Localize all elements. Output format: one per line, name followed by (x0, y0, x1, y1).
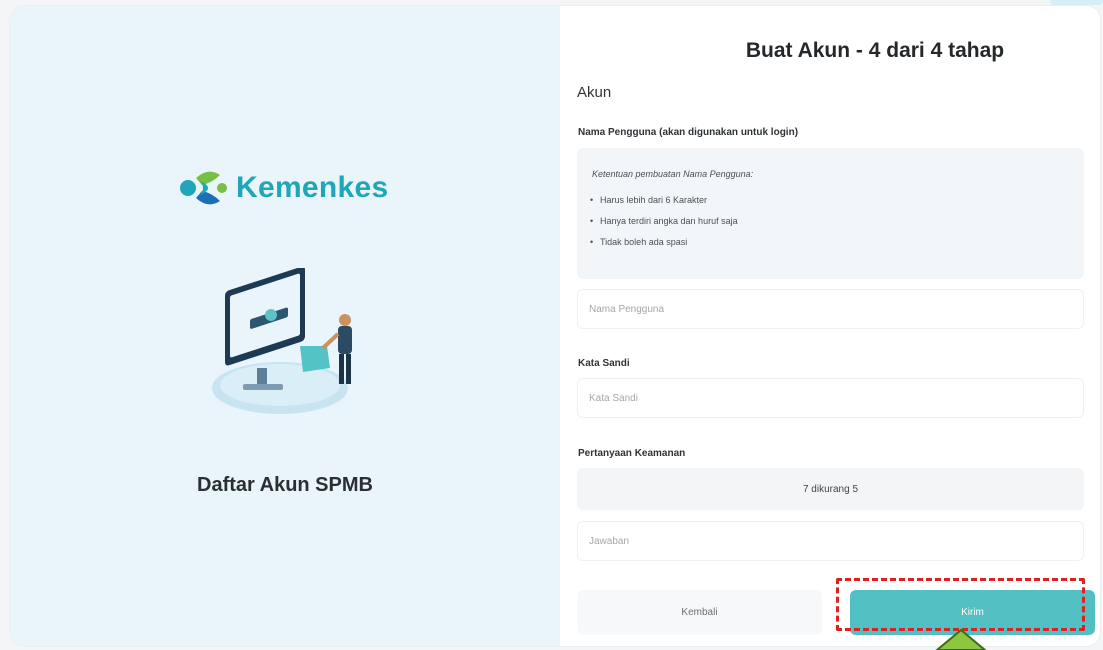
username-rules-list: • Harus lebih dari 6 Karakter • Hanya terd… (590, 190, 738, 253)
rule-item: • Harus lebih dari 6 Karakter (590, 195, 708, 205)
computer-user-illustration (212, 268, 352, 414)
section-label: Akun (577, 84, 612, 101)
form-title: Buat Akun - 4 dari 4 tahap (745, 39, 1005, 62)
security-question: 7 dikurang 5 (577, 468, 1084, 510)
username-rules-intro: Ketentuan pembuatan Nama Pengguna: (592, 169, 754, 179)
brand-name: Kemenkes (236, 171, 389, 204)
top-accent (1050, 0, 1103, 5)
username-rules: Ketentuan pembuatan Nama Pengguna: • Haru… (577, 148, 1084, 279)
security-answer-input[interactable] (577, 521, 1084, 561)
rule-text: Hanya terdiri angka dan huruf saja (600, 216, 738, 226)
registration-card: Kemenkes Daftar Akun SPMB Buat Akun - 4 … (10, 6, 1100, 646)
kemenkes-logo-icon (180, 171, 227, 205)
rule-item: • Hanya terdiri angka dan huruf saja (590, 216, 738, 226)
username-input[interactable] (577, 289, 1084, 329)
username-label: Nama Pengguna (akan digunakan untuk logi… (578, 127, 799, 138)
rule-text: Tidak boleh ada spasi (600, 237, 688, 247)
pointer-arrow-icon (935, 628, 987, 650)
back-button[interactable]: Kembali (577, 590, 822, 635)
left-panel-title: Daftar Akun SPMB (197, 474, 373, 496)
left-panel: Kemenkes Daftar Akun SPMB (10, 6, 560, 646)
password-label: Kata Sandi (578, 358, 630, 369)
rule-item: • Tidak boleh ada spasi (590, 237, 688, 247)
password-input[interactable] (577, 378, 1084, 418)
kemenkes-logo: Kemenkes (178, 163, 389, 213)
security-question-label: Pertanyaan Keamanan (578, 448, 686, 459)
account-form: Buat Akun - 4 dari 4 tahap Akun Nama Pen… (575, 6, 1095, 646)
rule-text: Harus lebih dari 6 Karakter (600, 195, 708, 205)
